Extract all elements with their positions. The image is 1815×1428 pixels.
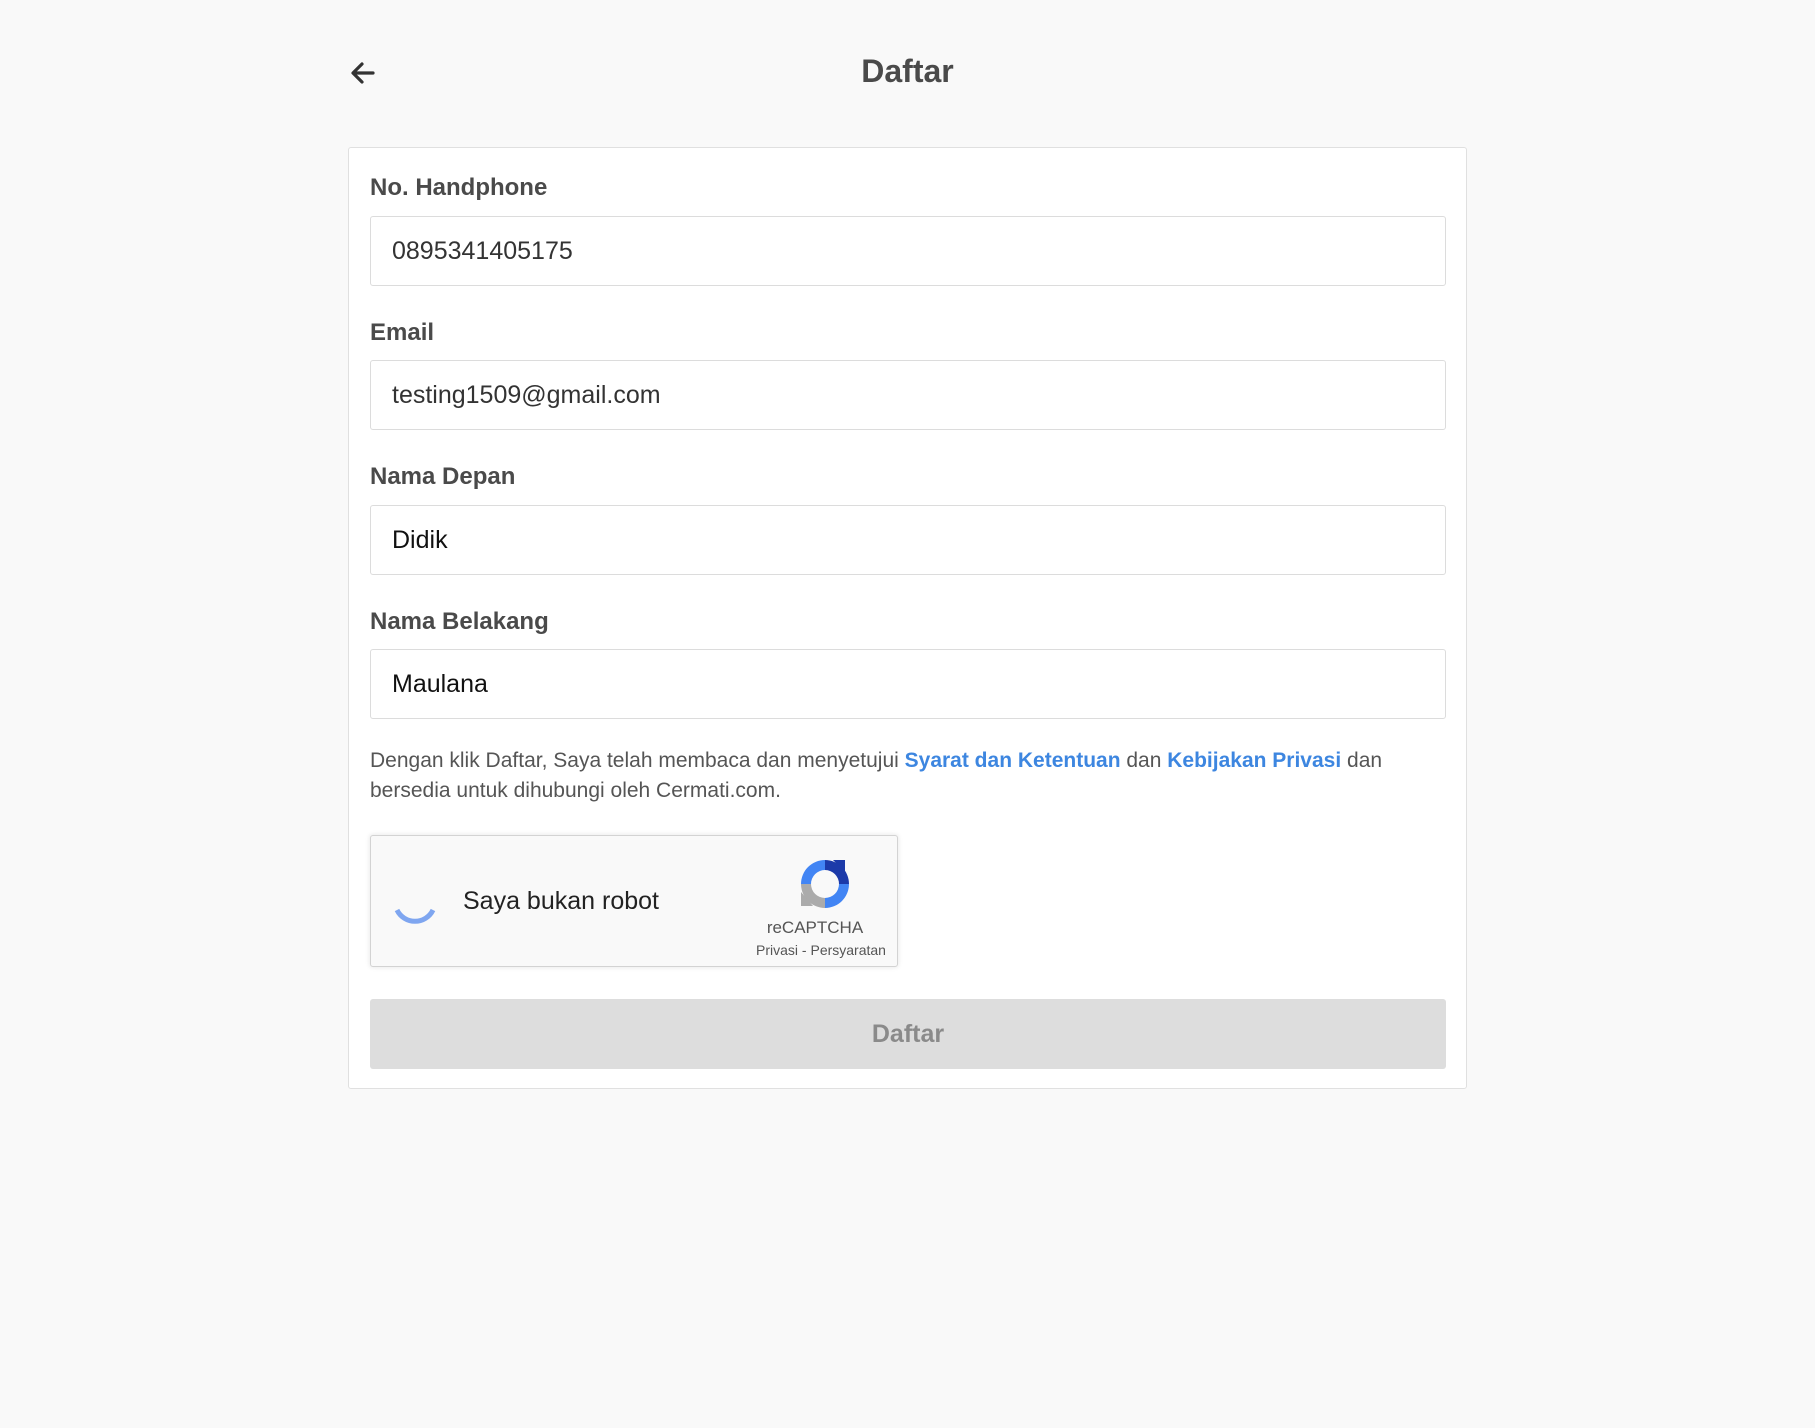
registration-form: No. Handphone Email Nama Depan Nama Bela…	[348, 147, 1467, 1089]
phone-input[interactable]	[370, 216, 1446, 286]
email-input[interactable]	[370, 360, 1446, 430]
last-name-label: Nama Belakang	[370, 608, 549, 635]
loading-spinner-icon	[394, 908, 436, 924]
email-label: Email	[370, 319, 435, 346]
recaptcha-checkbox[interactable]	[393, 882, 437, 926]
privacy-link[interactable]: Kebijakan Privasi	[1167, 749, 1341, 772]
recaptcha-terms-link[interactable]: Persyaratan	[810, 942, 885, 958]
terms-middle: dan	[1120, 749, 1168, 772]
first-name-label: Nama Depan	[370, 463, 516, 490]
recaptcha-separator: -	[798, 942, 811, 958]
recaptcha-widget: Saya bukan robot reCAPTCHA Privasi - Per…	[370, 835, 898, 967]
recaptcha-links: Privasi - Persyaratan	[741, 942, 901, 958]
phone-label: No. Handphone	[370, 174, 548, 201]
submit-button[interactable]: Daftar	[370, 999, 1446, 1069]
last-name-input[interactable]	[370, 649, 1446, 719]
terms-prefix: Dengan klik Daftar, Saya telah membaca d…	[370, 749, 905, 772]
recaptcha-label: Saya bukan robot	[463, 887, 659, 915]
page-title: Daftar	[861, 53, 954, 89]
recaptcha-brand: reCAPTCHA	[766, 918, 864, 937]
recaptcha-privacy-link[interactable]: Privasi	[756, 942, 798, 958]
terms-text: Dengan klik Daftar, Saya telah membaca d…	[370, 746, 1440, 806]
recaptcha-logo-icon	[795, 854, 855, 914]
header: Daftar	[0, 0, 1815, 150]
first-name-input[interactable]	[370, 505, 1446, 575]
terms-link[interactable]: Syarat dan Ketentuan	[905, 749, 1121, 772]
